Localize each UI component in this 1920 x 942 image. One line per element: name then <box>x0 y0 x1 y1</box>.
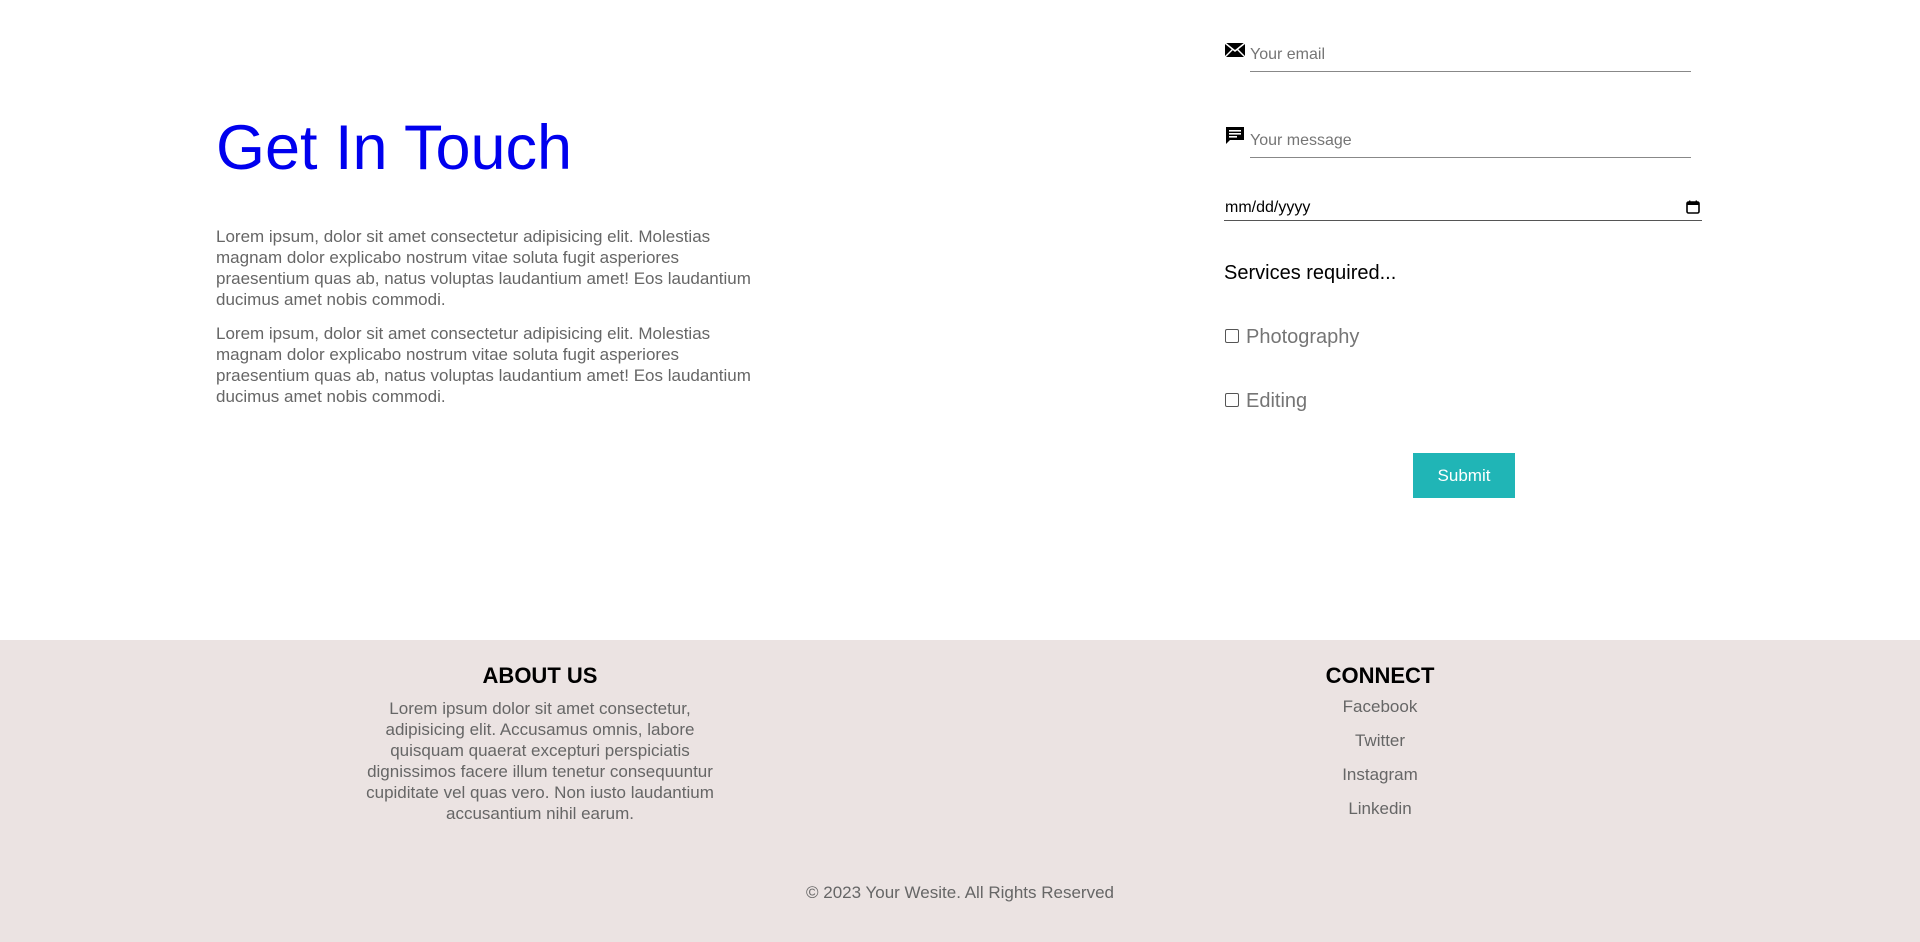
chat-icon <box>1226 127 1244 144</box>
submit-button[interactable]: Submit <box>1413 453 1515 498</box>
intro-section: Get In Touch Lorem ipsum, dolor sit amet… <box>216 108 776 407</box>
services-label: Services required... <box>1224 262 1397 284</box>
message-field-group <box>1224 125 1692 165</box>
editing-checkbox[interactable] <box>1225 393 1239 407</box>
contact-page: Get In Touch Lorem ipsum, dolor sit amet… <box>0 0 1920 942</box>
facebook-link[interactable]: Facebook <box>1280 696 1480 717</box>
social-links: Facebook Twitter Instagram Linkedin <box>1280 696 1480 819</box>
twitter-link[interactable]: Twitter <box>1280 730 1480 751</box>
about-section: ABOUT US Lorem ipsum dolor sit amet cons… <box>350 662 730 824</box>
intro-paragraph: Lorem ipsum, dolor sit amet consectetur … <box>216 324 751 406</box>
envelope-icon <box>1224 42 1246 58</box>
about-text: Lorem ipsum dolor sit amet consectetur, … <box>366 699 714 823</box>
editing-label: Editing <box>1246 390 1308 412</box>
calendar-icon[interactable] <box>1686 200 1700 214</box>
linkedin-link[interactable]: Linkedin <box>1280 798 1480 819</box>
intro-paragraph: Lorem ipsum, dolor sit amet consectetur … <box>216 227 751 309</box>
footer: ABOUT US Lorem ipsum dolor sit amet cons… <box>0 640 1920 942</box>
email-input[interactable] <box>1250 39 1691 72</box>
photography-checkbox[interactable] <box>1225 329 1239 343</box>
photography-label: Photography <box>1246 326 1360 348</box>
message-input[interactable] <box>1250 125 1691 158</box>
about-heading: ABOUT US <box>482 663 598 688</box>
email-field-group <box>1224 39 1692 79</box>
date-input[interactable]: mm/dd/yyyy <box>1224 196 1702 221</box>
date-placeholder: mm/dd/yyyy <box>1225 199 1311 216</box>
page-title: Get In Touch <box>216 113 573 183</box>
copyright: © 2023 Your Wesite. All Rights Reserved <box>806 883 1114 902</box>
instagram-link[interactable]: Instagram <box>1280 764 1480 785</box>
connect-section: CONNECT Facebook Twitter Instagram Linke… <box>1280 662 1480 832</box>
connect-heading: CONNECT <box>1325 663 1435 688</box>
